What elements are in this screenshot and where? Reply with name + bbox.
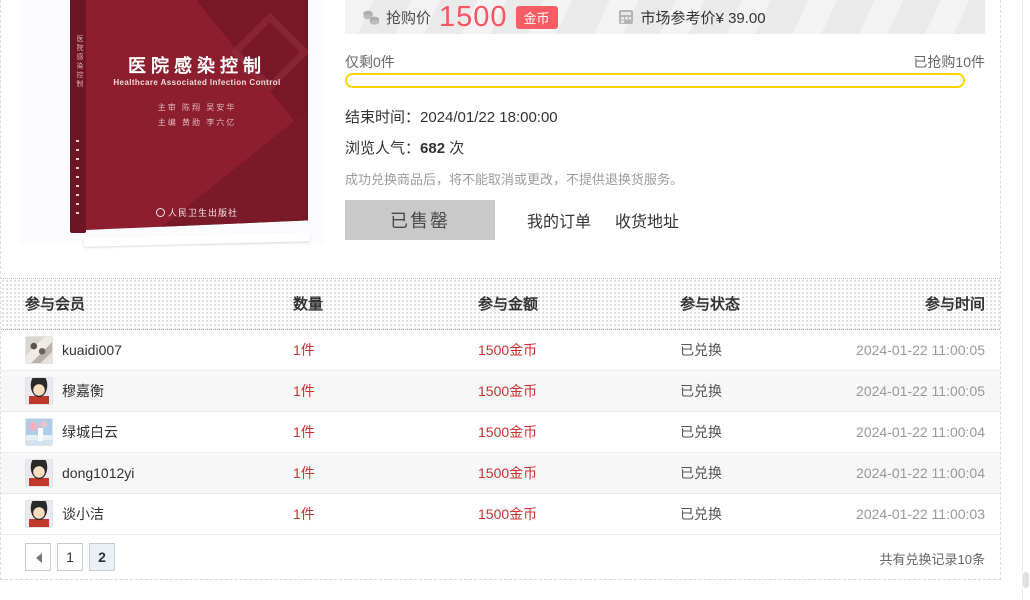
status-cell: 已兑换	[680, 422, 722, 442]
header-status: 参与状态	[680, 279, 740, 331]
member-avatar	[25, 336, 53, 364]
status-cell: 已兑换	[680, 463, 722, 483]
end-time-value: 2024/01/22 18:00:00	[420, 109, 558, 126]
member-cell: 穆嘉衡	[25, 377, 104, 405]
qty-cell: 1件	[293, 381, 315, 401]
book-cover-illustration: 医院感染控制 医院感染控制 Healthcare Associated Infe…	[70, 0, 310, 240]
amount-cell: 1500金币	[478, 381, 537, 401]
member-avatar	[25, 459, 53, 487]
product-info: 抢购价 1500 金币 市场参考价¥ 39.00 仅剩0件 已抢购10件	[345, 0, 985, 34]
amount-cell: 1500金币	[478, 463, 537, 483]
stock-remaining: 仅剩0件	[345, 54, 395, 70]
amount-cell: 1500金币	[478, 340, 537, 360]
status-cell: 已兑换	[680, 381, 722, 401]
book-pages-edge	[84, 232, 310, 247]
time-cell: 2024-01-22 11:00:03	[856, 506, 985, 522]
member-avatar	[25, 500, 53, 528]
panel-border-bottom	[0, 579, 1001, 580]
book-reviewers: 主审 陈翔 吴安华	[86, 102, 308, 113]
pagination-buttons: 12	[25, 543, 121, 571]
progress-bar	[345, 73, 965, 88]
page-button-2[interactable]: 2	[89, 543, 115, 571]
panel-border-right	[1000, 0, 1001, 580]
exchange-notice: 成功兑换商品后，将不能取消或更改，不提供退换货服务。	[345, 169, 683, 188]
header-qty: 数量	[293, 279, 323, 331]
amount-cell: 1500金币	[478, 504, 537, 524]
scrollbar-track[interactable]	[1022, 0, 1023, 600]
member-name: 谈小洁	[62, 504, 104, 524]
member-name: 穆嘉衡	[62, 381, 104, 401]
product-image: 医院感染控制 医院感染控制 Healthcare Associated Infe…	[20, 0, 325, 245]
stock-line: 仅剩0件 已抢购10件	[345, 52, 985, 72]
header-member: 参与会员	[25, 279, 85, 331]
currency-badge: 金币	[516, 6, 558, 29]
qty-cell: 1件	[293, 504, 315, 524]
pagination-bar: 12 共有兑换记录10条	[1, 535, 1000, 579]
table-row: 穆嘉衡 1件 1500金币 已兑换 2024-01-22 11:00:05	[1, 371, 1000, 412]
qty-cell: 1件	[293, 422, 315, 442]
action-bar: 已售罄 我的订单 收货地址	[345, 200, 679, 240]
book-editors: 主编 黄勋 李六亿	[86, 117, 308, 128]
end-time-line: 结束时间：2024/01/22 18:00:00	[345, 106, 558, 127]
header-amount: 参与金额	[478, 279, 538, 331]
page-button-1[interactable]: 1	[57, 543, 83, 571]
book-publisher: 人民卫生出版社	[86, 206, 308, 219]
coin-stack-icon	[363, 10, 380, 25]
scrollbar-thumb[interactable]	[1023, 572, 1029, 588]
market-price-block: 市场参考价¥ 39.00	[618, 7, 766, 28]
status-cell: 已兑换	[680, 504, 722, 524]
book-subtitle: Healthcare Associated Infection Control	[86, 78, 308, 87]
market-price-icon	[618, 9, 634, 25]
table-header-row: 参与会员 数量 参与金额 参与状态 参与时间	[1, 278, 1000, 330]
flash-price-value: 1500	[439, 2, 508, 32]
member-name: 绿城白云	[62, 422, 118, 442]
table-row: dong1012yi 1件 1500金币 已兑换 2024-01-22 11:0…	[1, 453, 1000, 494]
sold-out-button[interactable]: 已售罄	[345, 200, 495, 240]
member-cell: kuaidi007	[25, 336, 122, 364]
chevron-left-icon	[31, 553, 42, 563]
table-row: 谈小洁 1件 1500金币 已兑换 2024-01-22 11:00:03	[1, 494, 1000, 535]
member-cell: dong1012yi	[25, 459, 134, 487]
records-summary: 共有兑换记录10条	[880, 549, 985, 568]
book-title: 医院感染控制	[86, 52, 308, 78]
member-avatar	[25, 377, 53, 405]
views-count: 682	[420, 140, 445, 157]
stock-sold: 已抢购10件	[913, 52, 985, 72]
member-cell: 绿城白云	[25, 418, 118, 446]
time-cell: 2024-01-22 11:00:05	[856, 383, 985, 399]
status-cell: 已兑换	[680, 340, 722, 360]
member-avatar	[25, 418, 53, 446]
book-front-cover: 医院感染控制 Healthcare Associated Infection C…	[86, 0, 308, 230]
publisher-logo-icon	[156, 208, 165, 217]
member-name: dong1012yi	[62, 465, 134, 481]
qty-cell: 1件	[293, 340, 315, 360]
market-price-text: 市场参考价¥ 39.00	[641, 7, 766, 28]
views-line: 浏览人气：682 次	[345, 137, 464, 158]
flash-price-label: 抢购价	[386, 7, 431, 28]
prev-page-button[interactable]	[25, 543, 51, 571]
member-name: kuaidi007	[62, 342, 122, 358]
time-cell: 2024-01-22 11:00:05	[856, 342, 985, 358]
table-row: kuaidi007 1件 1500金币 已兑换 2024-01-22 11:00…	[1, 330, 1000, 371]
price-banner: 抢购价 1500 金币 市场参考价¥ 39.00	[345, 0, 985, 34]
time-cell: 2024-01-22 11:00:04	[856, 465, 985, 481]
book-spine: 医院感染控制	[70, 0, 86, 233]
book-spine-title: 医院感染控制	[74, 35, 84, 89]
participants-table: 参与会员 数量 参与金额 参与状态 参与时间 kuaidi007 1件 1500…	[1, 278, 1000, 535]
table-row: 绿城白云 1件 1500金币 已兑换 2024-01-22 11:00:04	[1, 412, 1000, 453]
exchange-detail-page: 医院感染控制 医院感染控制 Healthcare Associated Infe…	[0, 0, 1030, 600]
book-spine-dots	[76, 140, 79, 220]
time-cell: 2024-01-22 11:00:04	[856, 424, 985, 440]
my-orders-link[interactable]: 我的订单	[527, 208, 591, 232]
shipping-address-link[interactable]: 收货地址	[615, 208, 679, 232]
qty-cell: 1件	[293, 463, 315, 483]
amount-cell: 1500金币	[478, 422, 537, 442]
member-cell: 谈小洁	[25, 500, 104, 528]
header-time: 参与时间	[925, 279, 985, 331]
